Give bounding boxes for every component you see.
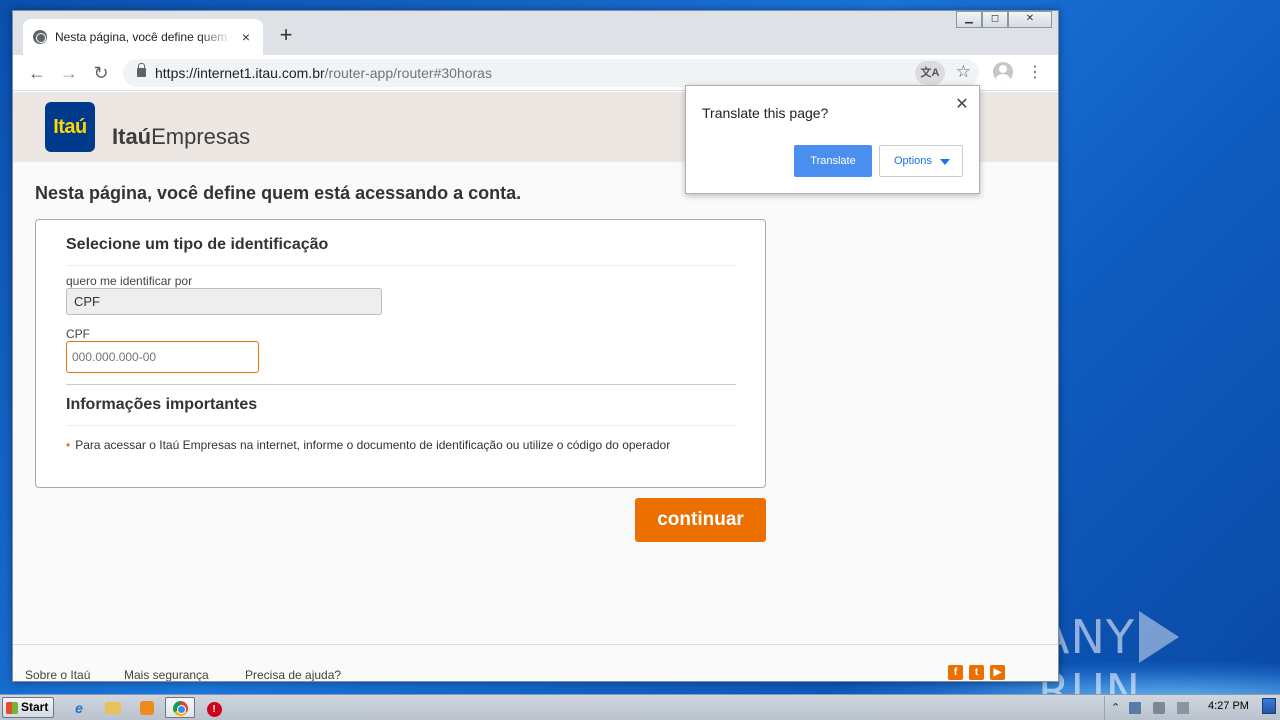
info-title: Informações importantes [66, 396, 258, 413]
folder-icon [105, 702, 121, 714]
maximize-button[interactable]: ◻ [982, 11, 1008, 28]
globe-icon [33, 30, 47, 44]
close-window-button[interactable]: ✕ [1008, 11, 1052, 28]
new-tab-button[interactable]: + [275, 24, 297, 47]
profile-avatar[interactable] [993, 62, 1013, 82]
translate-popup: Translate this page? ✕ Translate Options [685, 85, 980, 194]
taskbar-media-player[interactable] [132, 697, 162, 718]
translate-icon[interactable]: 文A [915, 61, 945, 85]
tab-close-icon[interactable]: × [239, 29, 253, 45]
brand-name: ItaúEmpresas [112, 124, 250, 150]
youtube-icon[interactable]: ▶ [990, 665, 1005, 680]
twitter-icon[interactable]: t [969, 665, 984, 680]
ie-icon: e [75, 700, 83, 716]
chrome-icon [172, 701, 188, 716]
footer-divider [13, 644, 1058, 645]
url-text: https://internet1.itau.com.br/router-app… [155, 65, 492, 81]
tab-title: Nesta página, você define quem está aces… [55, 30, 233, 44]
play-icon [1138, 610, 1179, 663]
start-label: Start [21, 700, 49, 714]
divider [66, 265, 736, 266]
bookmark-star-icon[interactable]: ☆ [956, 62, 971, 82]
start-button[interactable]: Start [2, 697, 54, 718]
divider [66, 384, 736, 385]
cpf-label: CPF [66, 327, 90, 341]
info-item: • Para acessar o Itaú Empresas na interne… [66, 438, 670, 452]
section-title: Selecione um tipo de identificação [66, 236, 329, 253]
translate-button[interactable]: Translate [794, 145, 872, 177]
itau-logo[interactable]: Itaú [45, 102, 95, 152]
media-player-icon [140, 701, 154, 715]
footer-link-security[interactable]: Mais segurança [124, 668, 209, 681]
tray-expand-icon[interactable]: ⌃ [1111, 701, 1120, 714]
system-tray: ⌃ [1104, 696, 1280, 720]
tab-active[interactable]: Nesta página, você define quem está aces… [23, 19, 263, 55]
options-button[interactable]: Options [879, 145, 963, 177]
volume-icon[interactable] [1153, 702, 1165, 714]
minimize-button[interactable]: ▁ [956, 11, 982, 28]
action-center-flag-icon[interactable] [1177, 702, 1189, 714]
url-host: https://internet1.itau.com.br [155, 65, 325, 81]
options-label: Options [894, 155, 932, 167]
taskbar: Start e ! ⌃ 4:27 PM [0, 694, 1280, 720]
windows-flag-icon [6, 702, 18, 714]
page-title: Nesta página, você define quem está aces… [35, 183, 522, 203]
window-controls: ▁ ◻ ✕ [956, 11, 1052, 28]
continue-button[interactable]: continuar [635, 498, 766, 542]
brand-rest: Empresas [151, 124, 251, 149]
tab-strip: Nesta página, você define quem está aces… [13, 11, 1058, 55]
divider [66, 425, 736, 426]
bullet-icon: • [66, 438, 71, 452]
taskbar-stop-app[interactable]: ! [199, 697, 229, 718]
footer-link-about[interactable]: Sobre o Itaú [25, 668, 90, 681]
url-path: /router-app/router#30horas [324, 65, 492, 81]
anyrun-watermark: ANYRUN [1038, 610, 1280, 694]
show-desktop-button[interactable] [1262, 698, 1276, 714]
cpf-input[interactable] [66, 341, 259, 373]
network-icon[interactable] [1129, 702, 1141, 714]
address-bar[interactable]: https://internet1.itau.com.br/router-app… [123, 59, 979, 87]
footer-link-help[interactable]: Precisa de ajuda? [245, 668, 341, 681]
stop-icon: ! [206, 702, 222, 717]
forward-button[interactable]: → [57, 61, 81, 85]
taskbar-clock[interactable]: 4:27 PM [1208, 700, 1249, 712]
close-icon[interactable]: ✕ [954, 94, 970, 114]
brand-bold: Itaú [112, 124, 152, 149]
identification-type-select[interactable]: CPF [66, 288, 382, 315]
taskbar-explorer[interactable] [98, 697, 128, 718]
back-button[interactable]: ← [25, 61, 49, 85]
caret-down-icon [940, 159, 950, 165]
taskbar-chrome[interactable] [165, 697, 195, 718]
identification-panel: Selecione um tipo de identificação quero… [35, 219, 766, 488]
browser-menu-icon[interactable]: ⋮ [1027, 63, 1043, 83]
taskbar-ie[interactable]: e [64, 697, 94, 718]
translate-question: Translate this page? [702, 105, 829, 121]
lock-icon [137, 63, 146, 77]
reload-button[interactable]: ↻ [89, 61, 113, 85]
identify-by-label: quero me identificar por [66, 274, 193, 288]
facebook-icon[interactable]: f [948, 665, 963, 680]
info-text: Para acessar o Itaú Empresas na internet… [75, 438, 671, 452]
